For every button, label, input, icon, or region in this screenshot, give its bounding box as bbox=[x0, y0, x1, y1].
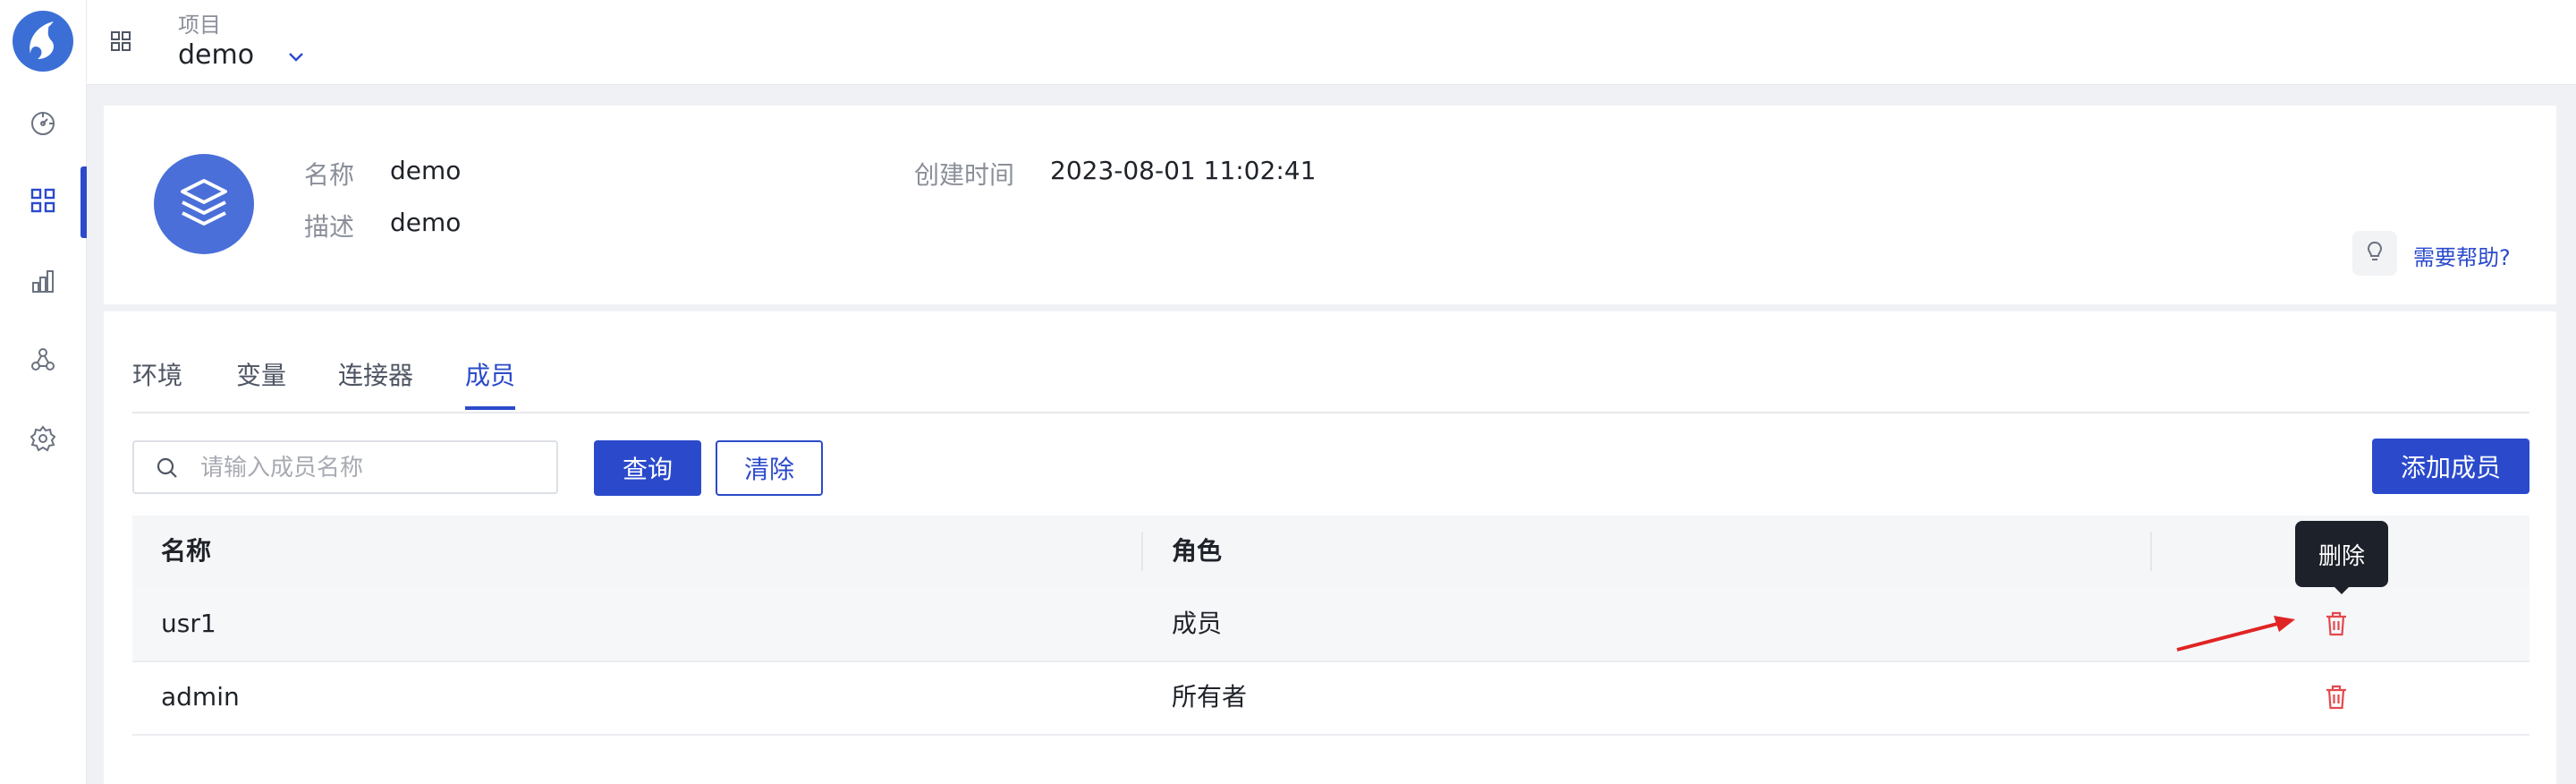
lightbulb-icon bbox=[2363, 240, 2386, 267]
table-row: admin 所有者 bbox=[132, 660, 2529, 736]
table-header: 名称 角色 bbox=[132, 516, 2529, 587]
trash-icon[interactable] bbox=[2324, 684, 2349, 714]
search-icon bbox=[156, 456, 179, 483]
sidebar bbox=[0, 0, 87, 784]
created-time-label: 创建时间 bbox=[914, 160, 1015, 190]
tab-bar: 环境 变量 连接器 成员 bbox=[132, 356, 2529, 413]
project-desc-value: demo bbox=[390, 208, 462, 237]
member-search-field[interactable] bbox=[132, 440, 558, 494]
created-time-value: 2023-08-01 11:02:41 bbox=[1050, 156, 1317, 185]
sidebar-item-projects[interactable] bbox=[0, 166, 87, 238]
apps-grid-icon[interactable] bbox=[110, 30, 131, 55]
topbar: 项目 demo bbox=[87, 0, 2576, 85]
annotation-arrow-icon bbox=[2174, 612, 2299, 657]
gear-icon bbox=[30, 425, 56, 456]
member-role-cell: 所有者 bbox=[1172, 682, 1248, 712]
member-name-cell: usr1 bbox=[161, 609, 216, 638]
tab-variables[interactable]: 变量 bbox=[236, 356, 286, 410]
tab-members[interactable]: 成员 bbox=[465, 356, 516, 410]
project-info-card: 名称 demo 描述 demo 创建时间 2023-08-01 11:02:41… bbox=[104, 106, 2556, 304]
column-header-name: 名称 bbox=[161, 536, 212, 566]
members-panel: 环境 变量 连接器 成员 查询 清除 添加成员 名称 角色 usr1 成员 bbox=[104, 311, 2556, 784]
column-header-role: 角色 bbox=[1172, 536, 1223, 566]
nodes-icon bbox=[30, 346, 56, 377]
member-role-cell: 成员 bbox=[1172, 609, 1223, 638]
column-divider bbox=[1141, 532, 1143, 571]
column-divider bbox=[2150, 532, 2152, 571]
sidebar-item-settings[interactable] bbox=[0, 405, 86, 476]
add-member-button[interactable]: 添加成员 bbox=[2372, 439, 2529, 494]
project-selector-label: 项目 bbox=[178, 13, 221, 38]
clear-button[interactable]: 清除 bbox=[716, 440, 823, 496]
app-logo[interactable] bbox=[11, 9, 75, 73]
sidebar-item-connectors[interactable] bbox=[0, 326, 86, 397]
help-button[interactable] bbox=[2352, 231, 2397, 276]
project-name-value: demo bbox=[390, 156, 462, 185]
project-name-label: 名称 bbox=[304, 160, 355, 190]
sidebar-item-dashboard[interactable] bbox=[0, 89, 86, 161]
tab-connectors[interactable]: 连接器 bbox=[338, 356, 413, 410]
sidebar-item-analytics[interactable] bbox=[0, 247, 86, 319]
member-name-cell: admin bbox=[161, 682, 240, 712]
delete-tooltip: 删除 bbox=[2295, 521, 2388, 594]
layers-icon bbox=[177, 175, 231, 233]
chevron-down-icon[interactable] bbox=[287, 50, 305, 67]
tab-environment[interactable]: 环境 bbox=[132, 356, 182, 410]
bar-chart-icon bbox=[30, 268, 56, 298]
member-search-input[interactable] bbox=[199, 449, 542, 487]
palette-icon bbox=[30, 110, 56, 141]
apps-grid-icon bbox=[30, 187, 56, 217]
trash-icon[interactable] bbox=[2324, 610, 2349, 641]
project-desc-label: 描述 bbox=[304, 212, 355, 242]
query-button[interactable]: 查询 bbox=[594, 440, 701, 496]
table-row: usr1 成员 bbox=[132, 587, 2529, 662]
help-link[interactable]: 需要帮助? bbox=[2413, 240, 2511, 271]
project-avatar bbox=[154, 154, 254, 254]
project-selector[interactable]: demo bbox=[178, 39, 254, 71]
